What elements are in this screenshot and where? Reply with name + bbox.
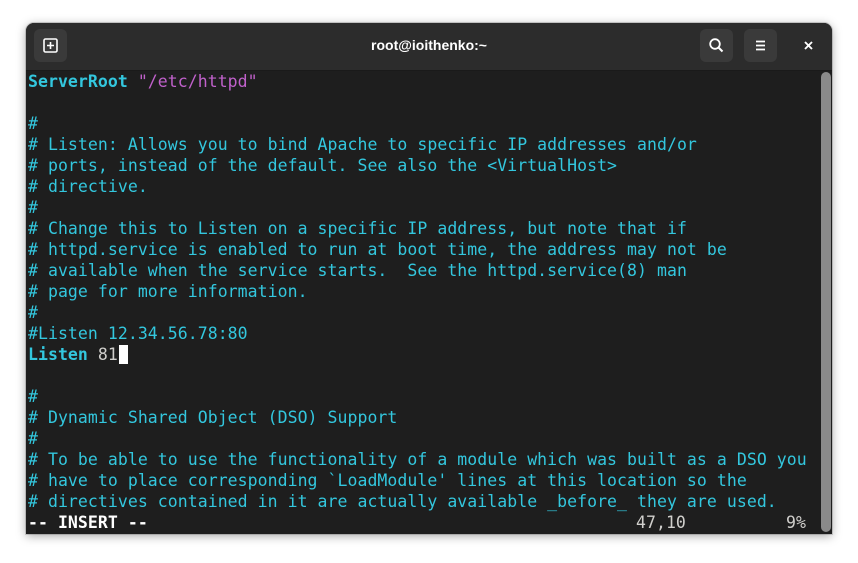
code-line: ServerRoot "/etc/httpd" xyxy=(28,71,258,92)
comment-line: # xyxy=(28,198,38,217)
scrollbar-thumb[interactable] xyxy=(821,72,831,532)
comment-line: # xyxy=(28,387,38,406)
comment-line: # Listen: Allows you to bind Apache to s… xyxy=(28,135,697,154)
code-line: Listen 81 xyxy=(28,344,128,365)
comment-line: # httpd.service is enabled to run at boo… xyxy=(28,240,727,259)
comment-line: # Dynamic Shared Object (DSO) Support xyxy=(28,408,398,427)
directive-keyword: Listen xyxy=(28,345,88,364)
comment-line: # xyxy=(28,114,38,133)
comment-line: # xyxy=(28,429,38,448)
comment-line: # Change this to Listen on a specific IP… xyxy=(28,219,687,238)
scrollbar[interactable] xyxy=(820,71,832,534)
comment-line: # page for more information. xyxy=(28,282,308,301)
title-bar: root@ioithenko:~ xyxy=(26,23,832,71)
comment-line: # To be able to use the functionality of… xyxy=(28,450,807,469)
comment-line: # available when the service starts. See… xyxy=(28,261,687,280)
insert-mode-indicator: -- INSERT -- xyxy=(28,513,148,532)
terminal-window: root@ioithenko:~ ServerRoot "/etc/httpd"… xyxy=(26,23,832,534)
scroll-percent: 9% xyxy=(786,513,806,532)
menu-button[interactable] xyxy=(744,29,777,62)
directive-keyword: ServerRoot xyxy=(28,72,128,91)
search-button[interactable] xyxy=(700,29,733,62)
comment-line: # ports, instead of the default. See als… xyxy=(28,156,618,175)
text-cursor xyxy=(118,345,128,364)
close-icon xyxy=(804,41,813,50)
comment-line: # directive. xyxy=(28,177,148,196)
cursor-position: 47,10 xyxy=(636,513,686,532)
string-value: "/etc/httpd" xyxy=(127,72,258,91)
terminal-text-area[interactable]: ServerRoot "/etc/httpd" # # Listen: Allo… xyxy=(26,71,818,534)
comment-line: # have to place corresponding `LoadModul… xyxy=(28,471,747,490)
hamburger-menu-icon xyxy=(756,40,765,51)
listen-port-value: 81 xyxy=(87,345,118,364)
comment-line: # directives contained in it are actuall… xyxy=(28,492,777,511)
comment-line: #Listen 12.34.56.78:80 xyxy=(28,324,248,343)
comment-line: # xyxy=(28,303,38,322)
search-icon xyxy=(709,38,724,53)
close-button[interactable] xyxy=(796,33,821,58)
